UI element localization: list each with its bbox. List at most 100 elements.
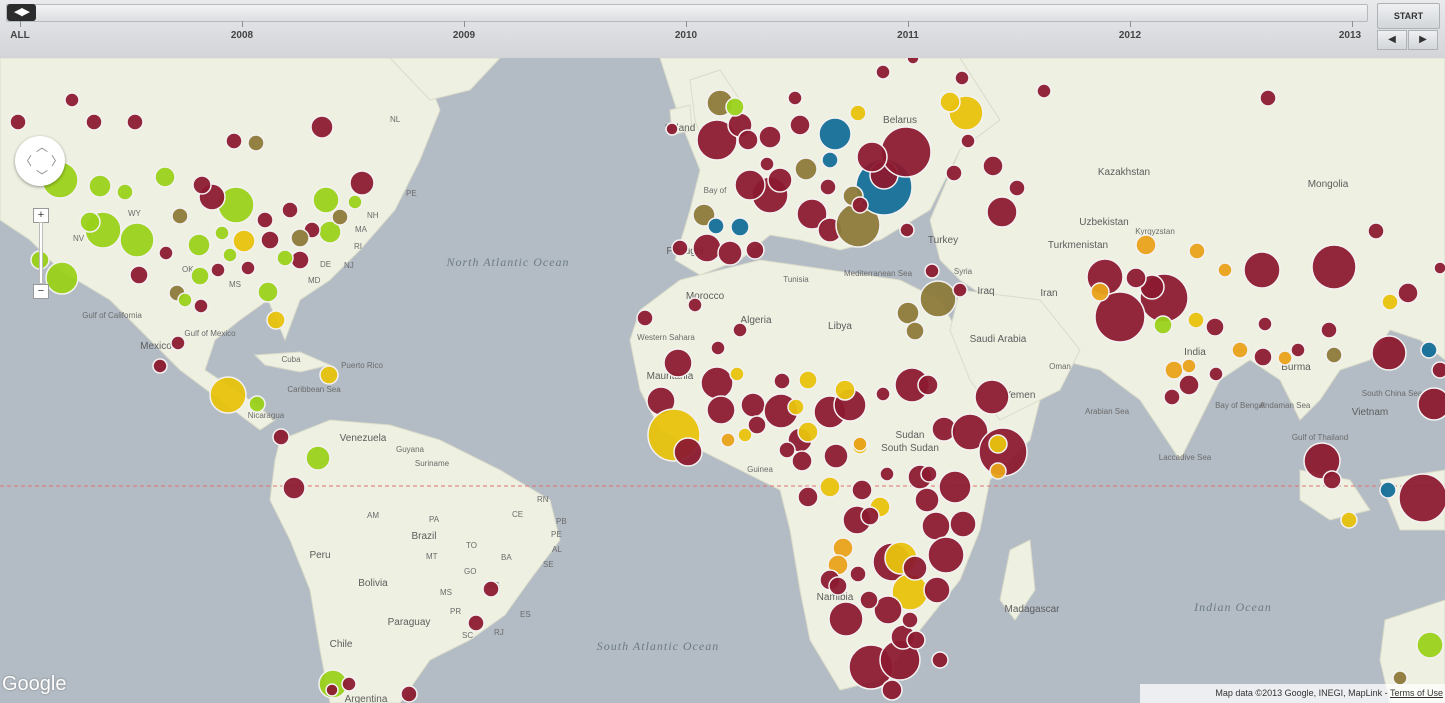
event-marker[interactable] (1433, 261, 1445, 275)
event-marker[interactable] (129, 265, 149, 285)
timeline-year-label[interactable]: 2013 (1339, 30, 1361, 41)
event-marker[interactable] (85, 113, 103, 131)
event-marker[interactable] (717, 240, 743, 266)
event-marker[interactable] (116, 183, 134, 201)
event-marker[interactable] (1392, 670, 1408, 686)
event-marker[interactable] (787, 90, 803, 106)
event-marker[interactable] (927, 536, 965, 574)
event-marker[interactable] (821, 151, 839, 169)
event-marker[interactable] (64, 92, 80, 108)
event-marker[interactable] (819, 476, 841, 498)
event-marker[interactable] (931, 651, 949, 669)
next-button[interactable]: ▶ (1408, 30, 1438, 50)
event-marker[interactable] (1243, 251, 1281, 289)
event-marker[interactable] (740, 392, 766, 418)
event-marker[interactable] (734, 169, 766, 201)
event-marker[interactable] (1311, 244, 1357, 290)
event-marker[interactable] (789, 114, 811, 136)
event-marker[interactable] (310, 115, 334, 139)
event-marker[interactable] (1379, 481, 1397, 499)
event-marker[interactable] (1257, 316, 1273, 332)
event-marker[interactable] (232, 229, 256, 253)
event-marker[interactable] (818, 117, 852, 151)
event-marker[interactable] (247, 134, 265, 152)
event-marker[interactable] (1371, 335, 1407, 371)
timeline-track[interactable] (6, 4, 1368, 22)
event-marker[interactable] (834, 379, 856, 401)
event-marker[interactable] (856, 141, 888, 173)
event-marker[interactable] (906, 58, 920, 65)
event-marker[interactable] (938, 470, 972, 504)
event-marker[interactable] (665, 122, 679, 136)
terms-of-use-link[interactable]: Terms of Use (1390, 688, 1443, 698)
event-marker[interactable] (1217, 262, 1233, 278)
event-marker[interactable] (791, 450, 813, 472)
event-marker[interactable] (1420, 341, 1438, 359)
event-marker[interactable] (859, 590, 879, 610)
event-marker[interactable] (923, 576, 951, 604)
event-marker[interactable] (974, 379, 1010, 415)
event-marker[interactable] (467, 614, 485, 632)
timeline-year-label[interactable]: 2011 (897, 30, 919, 41)
event-marker[interactable] (248, 395, 266, 413)
event-marker[interactable] (851, 196, 869, 214)
event-marker[interactable] (737, 129, 759, 151)
event-marker[interactable] (849, 104, 867, 122)
event-marker[interactable] (758, 125, 782, 149)
zoom-slider[interactable] (39, 222, 43, 284)
event-marker[interactable] (193, 298, 209, 314)
event-marker[interactable] (1187, 311, 1205, 329)
event-marker[interactable] (1325, 346, 1343, 364)
event-marker[interactable] (819, 178, 837, 196)
event-marker[interactable] (823, 443, 849, 469)
event-marker[interactable] (1231, 341, 1249, 359)
event-marker[interactable] (767, 167, 793, 193)
event-marker[interactable] (187, 233, 211, 257)
event-marker[interactable] (331, 208, 349, 226)
event-marker[interactable] (906, 630, 926, 650)
event-marker[interactable] (798, 370, 818, 390)
event-marker[interactable] (794, 157, 818, 181)
event-marker[interactable] (707, 217, 725, 235)
event-marker[interactable] (759, 156, 775, 172)
event-marker[interactable] (1153, 315, 1173, 335)
event-marker[interactable] (222, 247, 238, 263)
event-marker[interactable] (851, 479, 873, 501)
event-marker[interactable] (706, 395, 736, 425)
pan-down-icon[interactable]: ﹀ (36, 167, 48, 184)
pan-left-icon[interactable]: 〈 (20, 152, 32, 169)
event-marker[interactable] (989, 462, 1007, 480)
event-marker[interactable] (879, 466, 895, 482)
event-marker[interactable] (875, 64, 891, 80)
event-marker[interactable] (305, 445, 331, 471)
event-marker[interactable] (1135, 234, 1157, 256)
event-marker[interactable] (1008, 179, 1026, 197)
event-marker[interactable] (158, 245, 174, 261)
event-marker[interactable] (778, 441, 796, 459)
event-marker[interactable] (214, 225, 230, 241)
event-marker[interactable] (828, 576, 848, 596)
event-marker[interactable] (257, 281, 279, 303)
event-marker[interactable] (171, 207, 189, 225)
event-marker[interactable] (325, 683, 339, 697)
event-marker[interactable] (880, 126, 932, 178)
event-marker[interactable] (687, 297, 703, 313)
event-marker[interactable] (1178, 374, 1200, 396)
event-marker[interactable] (282, 476, 306, 500)
event-marker[interactable] (1208, 366, 1224, 382)
event-marker[interactable] (281, 201, 299, 219)
event-marker[interactable] (312, 186, 340, 214)
timeline-year-label[interactable]: 2012 (1119, 30, 1141, 41)
event-marker[interactable] (924, 263, 940, 279)
event-marker[interactable] (732, 322, 748, 338)
event-marker[interactable] (773, 372, 791, 390)
event-marker[interactable] (949, 510, 977, 538)
event-marker[interactable] (710, 340, 726, 356)
event-marker[interactable] (920, 465, 938, 483)
event-marker[interactable] (914, 487, 940, 513)
event-marker[interactable] (901, 611, 919, 629)
event-marker[interactable] (939, 91, 961, 113)
event-marker[interactable] (256, 211, 274, 229)
event-marker[interactable] (225, 132, 243, 150)
zoom-in-button[interactable]: + (33, 208, 49, 223)
